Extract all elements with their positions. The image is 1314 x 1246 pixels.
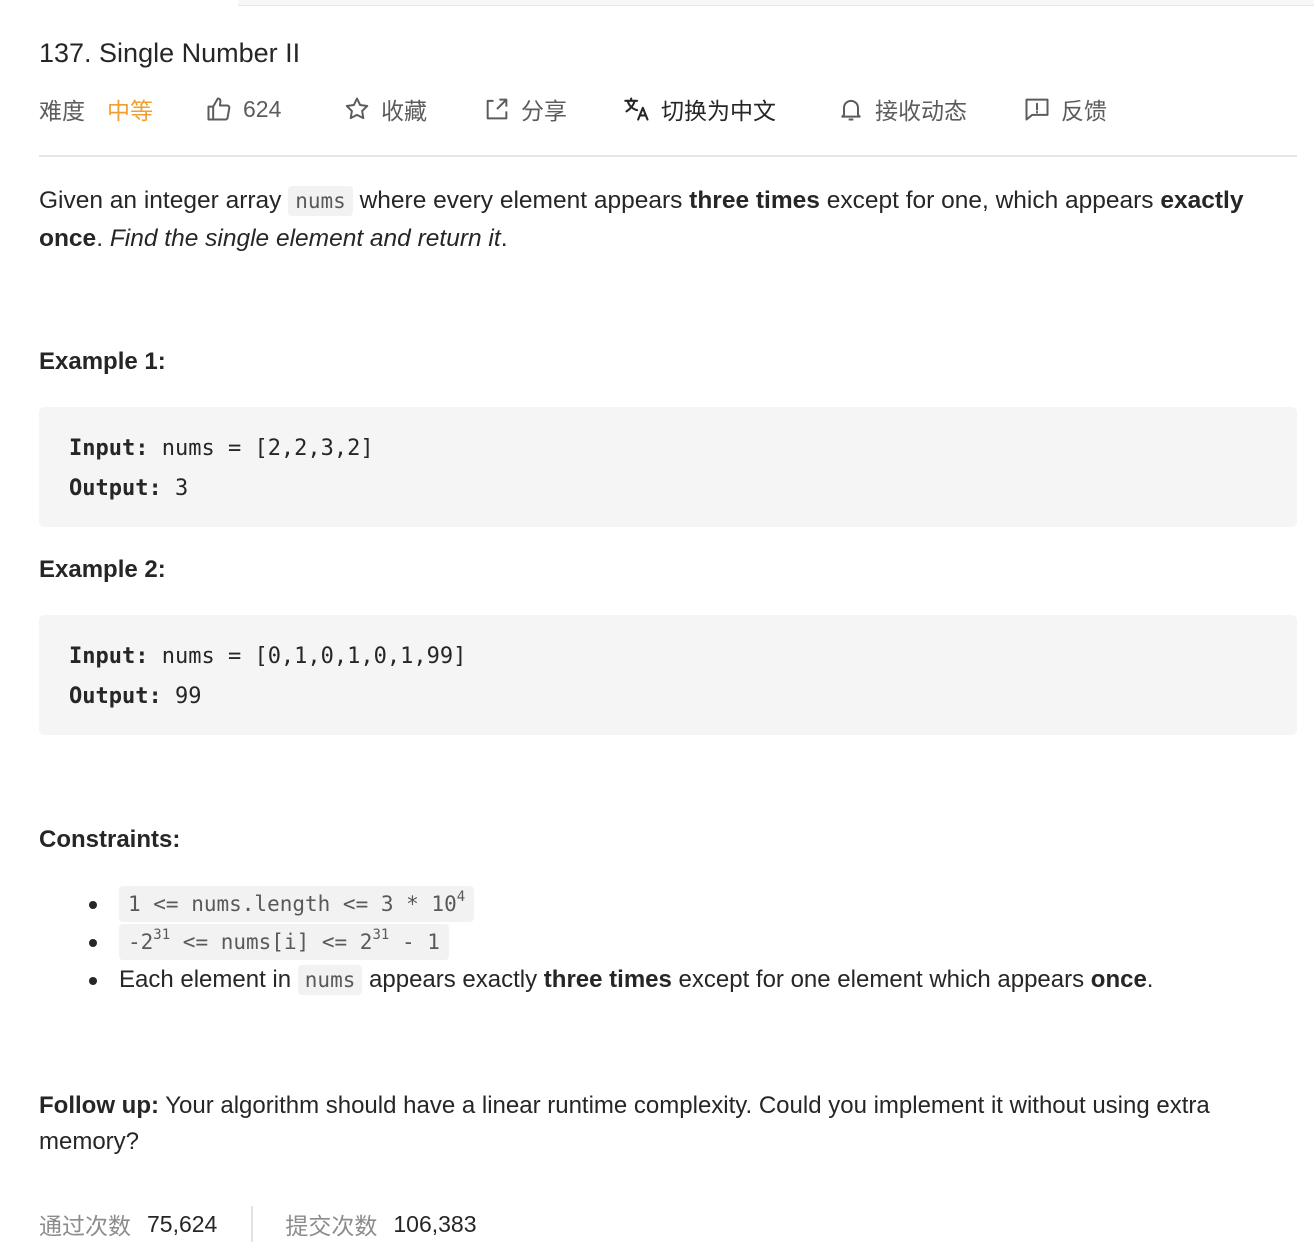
list-item: 1 <= nums.length <= 3 * 104 [89,885,1297,923]
top-tab-bar [0,0,1314,7]
problem-meta-bar: 难度 中等 624 收藏 分享 切换为中文 接收动态 反馈 [39,88,1297,130]
input-label: Input: [69,644,149,669]
exponent: 31 [153,927,171,943]
difficulty: 难度 中等 [39,88,153,130]
share-label: 分享 [521,98,567,124]
submissions-label: 提交次数 [285,1213,378,1239]
follow-up-label: Follow up: [39,1092,159,1119]
constraints-list: 1 <= nums.length <= 3 * 104 -231 <= nums… [89,885,1297,999]
header-divider [39,155,1297,157]
bell-icon [841,99,861,121]
constraint-bold: three times [543,966,672,993]
feedback-label: 反馈 [1061,98,1107,124]
input-value: nums = [0,1,0,1,0,1,99] [148,644,467,669]
subscribe-button[interactable]: 接收动态 [837,88,967,130]
constraint-bold: once [1090,966,1147,993]
share-icon [486,98,508,120]
list-item: Each element in nums appears exactly thr… [89,961,1297,999]
constraints-heading: Constraints: [39,826,181,853]
constraint-code: -231 <= nums[i] <= 231 - 1 [119,924,449,960]
example-output-line: Output: 3 [69,469,1267,509]
output-label: Output: [69,476,162,501]
example-1-heading: Example 1: [39,348,166,375]
desc-text: . [500,225,508,252]
thumbs-up-icon [207,97,231,121]
inline-code: nums [288,186,353,216]
constraint-text: Each element in [119,966,298,993]
translate-icon [624,97,649,121]
output-label: Output: [69,684,162,709]
submission-stats: 通过次数 75,624 提交次数 106,383 [39,1206,477,1242]
feedback-icon [1025,98,1049,121]
exponent: 31 [372,927,390,943]
like-button[interactable]: 624 [205,88,281,130]
example-output-line: Output: 99 [69,677,1267,717]
desc-bold: three times [689,187,820,214]
share-button[interactable]: 分享 [483,88,567,130]
desc-text: . [96,225,110,252]
star-icon [345,97,369,120]
accepted-label: 通过次数 [39,1213,131,1239]
input-value: nums = [2,2,3,2] [148,436,374,461]
example-2-heading: Example 2: [39,556,166,583]
code-text: 1 <= nums.length <= 3 * 10 [128,892,457,916]
follow-up-text: Your algorithm should have a linear runt… [39,1092,1210,1155]
difficulty-value: 中等 [107,98,153,124]
code-text: <= nums[i] <= 2 [170,930,373,954]
translate-label: 切换为中文 [661,98,776,124]
code-text: - 1 [389,930,440,954]
favorite-label: 收藏 [381,98,427,124]
desc-text: where every element appears [352,187,690,214]
code-text: -2 [128,930,154,954]
exponent: 4 [456,889,466,905]
example-input-line: Input: nums = [2,2,3,2] [69,429,1267,469]
desc-italic: Find the single element and return it [109,225,501,252]
inline-code: nums [297,965,363,995]
submissions-value: 106,383 [393,1210,477,1237]
desc-text: except for one, which appears [819,187,1161,214]
output-value: 3 [161,476,189,501]
tab-description[interactable] [0,0,238,7]
subscribe-label: 接收动态 [875,98,967,124]
accepted-value: 75,624 [147,1210,218,1237]
problem-title: 137. Single Number II [39,38,301,68]
input-label: Input: [69,436,149,461]
constraint-text: appears exactly [362,966,544,993]
example-2-block: Input: nums = [0,1,0,1,0,1,99] Output: 9… [39,615,1297,735]
output-value: 99 [161,684,202,709]
constraint-text: . [1146,966,1154,993]
tab-bar-rest [238,0,1314,6]
favorite-button[interactable]: 收藏 [343,88,427,130]
constraint-code: 1 <= nums.length <= 3 * 104 [119,886,475,922]
stats-divider [251,1206,254,1242]
problem-description: Given an integer array nums where every … [39,182,1297,258]
like-count: 624 [243,95,282,122]
difficulty-label: 难度 [39,98,85,124]
example-input-line: Input: nums = [0,1,0,1,0,1,99] [69,637,1267,677]
translate-button[interactable]: 切换为中文 [623,88,776,130]
example-1-block: Input: nums = [2,2,3,2] Output: 3 [39,407,1297,527]
constraint-text: except for one element which appears [671,966,1091,993]
list-item: -231 <= nums[i] <= 231 - 1 [89,923,1297,961]
feedback-button[interactable]: 反馈 [1023,88,1107,130]
follow-up: Follow up: Your algorithm should have a … [39,1088,1297,1160]
desc-text: Given an integer array [39,187,289,214]
